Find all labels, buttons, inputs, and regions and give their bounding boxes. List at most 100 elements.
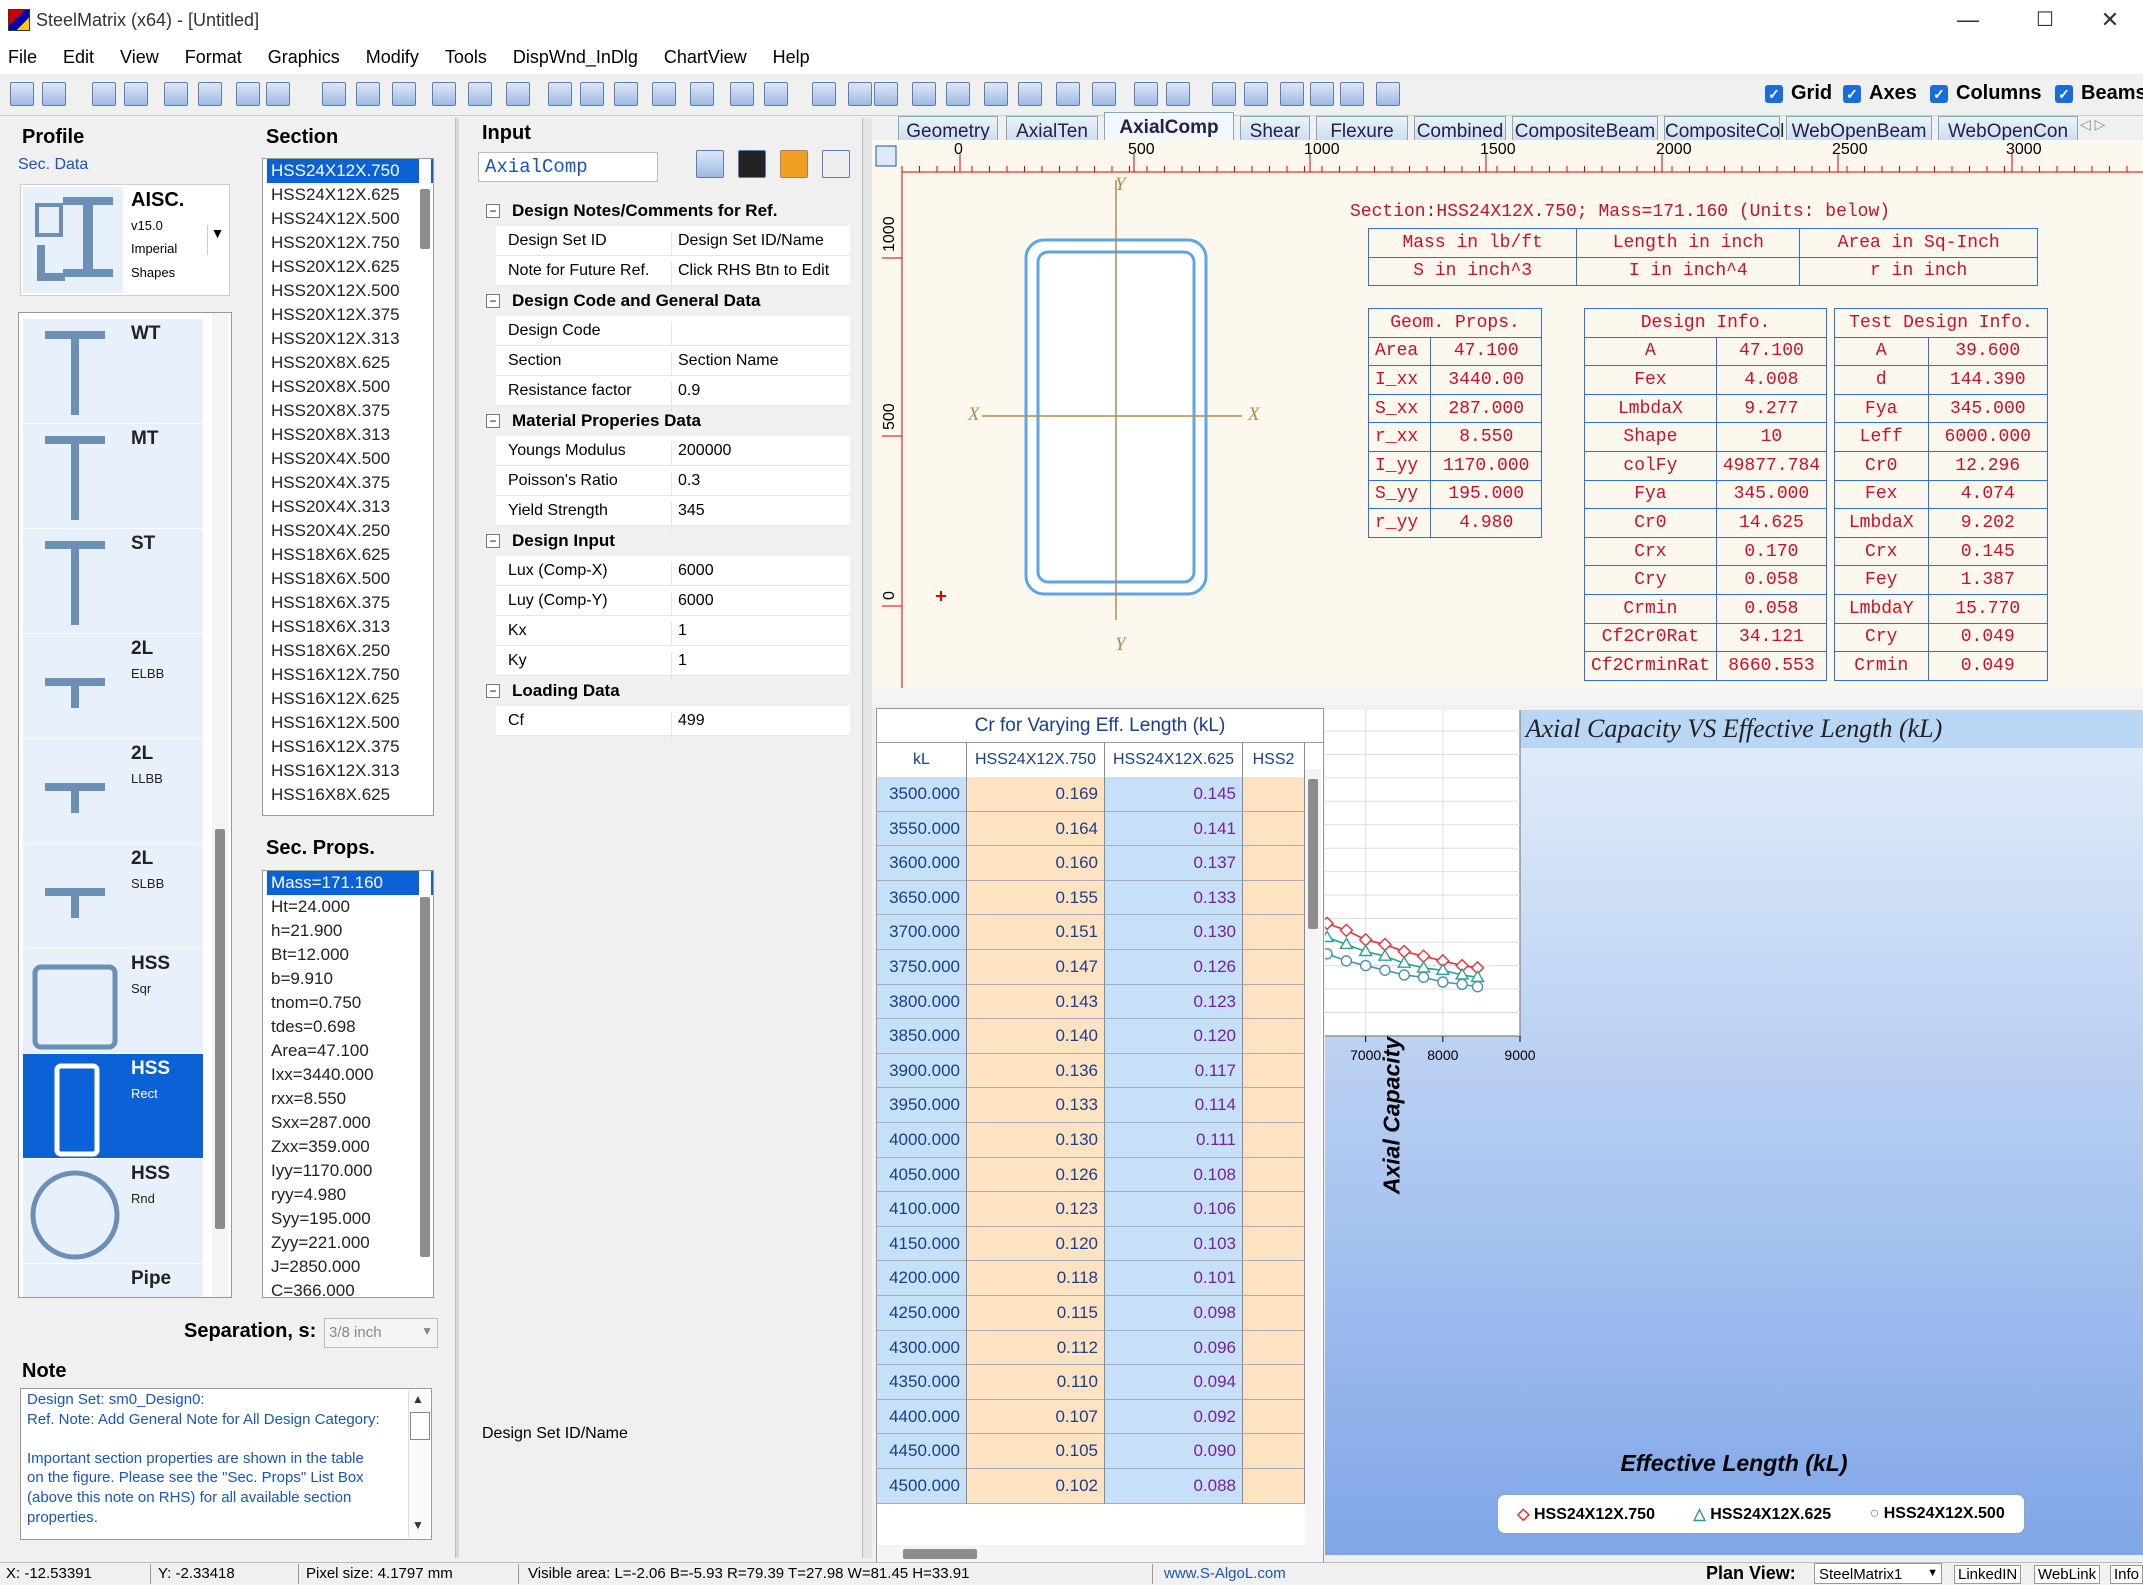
sec-props-list[interactable]: Mass=171.160 Ht=24.000 h=21.900 Bt=12.000 b=… (262, 870, 434, 1298)
toolbar-button-5[interactable] (164, 82, 188, 106)
grid-header[interactable]: HSS24X12X.750 (967, 743, 1105, 778)
grid-cell[interactable] (1243, 1053, 1305, 1089)
grid-cell[interactable]: 0.140 (967, 1019, 1105, 1054)
website-link[interactable]: www.S-AlgoL.com (1164, 1565, 1286, 1582)
arrow-up-icon[interactable]: ▲ (412, 1392, 424, 1406)
scroll-thumb[interactable] (410, 1412, 430, 1440)
note-text[interactable]: Design Set: sm0_Design0: Ref. Note: Add G… (20, 1388, 432, 1540)
profile-item-2l-elbb[interactable]: 2L ELBB (23, 634, 203, 738)
toolbar-button-15[interactable] (548, 82, 572, 106)
property-row[interactable]: Yield Strength 345 (496, 496, 850, 531)
grid-cell[interactable]: 0.118 (967, 1261, 1105, 1296)
toolbar-button-30[interactable] (1092, 82, 1116, 106)
grid-cell[interactable]: 0.145 (1105, 777, 1243, 812)
toolbar-button-27[interactable] (984, 82, 1008, 106)
toolbar-button-26[interactable] (946, 82, 970, 106)
profile-item-wt[interactable]: WT (23, 319, 203, 423)
grid-cell[interactable] (1243, 1088, 1305, 1123)
clear-icon[interactable] (822, 150, 850, 178)
sec-prop-item[interactable]: Ixx=3440.000 (267, 1063, 433, 1087)
separation-select[interactable]: 3/8 inch ▼ (324, 1318, 438, 1348)
toolbar-button-8[interactable] (266, 82, 290, 106)
section-list-item[interactable]: HSS20X8X.313 (267, 423, 433, 447)
sec-prop-item[interactable]: tdes=0.698 (267, 1015, 433, 1039)
grid-cell[interactable]: 0.136 (967, 1053, 1105, 1089)
toolbar-button-29[interactable] (1056, 82, 1080, 106)
property-row[interactable]: Cf 499 (496, 706, 850, 741)
grid-cell[interactable] (1243, 1434, 1305, 1469)
grid-cell[interactable]: 0.106 (1105, 1192, 1243, 1227)
toolbar-button-17[interactable] (614, 82, 638, 106)
sec-data-link[interactable]: Sec. Data (18, 156, 88, 174)
clipboard-icon[interactable] (696, 150, 724, 178)
linkedin-button[interactable]: LinkedIN (1954, 1565, 2022, 1584)
toolbar-button-25[interactable] (912, 82, 936, 106)
grid-cell[interactable]: 0.147 (967, 950, 1105, 985)
sec-prop-item[interactable]: tnom=0.750 (267, 991, 433, 1015)
property-row[interactable]: Note for Future Ref. Click RHS Btn to Edi… (496, 256, 850, 291)
grid-cell[interactable]: 0.110 (967, 1365, 1105, 1400)
group-4[interactable]: − Loading Data (480, 676, 850, 706)
scroll-thumb[interactable] (420, 897, 430, 1257)
section-list-item[interactable]: HSS20X4X.250 (267, 519, 433, 543)
cr-data-grid[interactable]: Cr for Varying Eff. Length (kL) kL HSS24X… (876, 708, 1324, 1563)
property-row[interactable]: Lux (Comp-X) 6000 (496, 556, 850, 591)
grid-cell[interactable]: 4500.000 (877, 1469, 967, 1504)
grid-cell[interactable]: 0.107 (967, 1399, 1105, 1435)
grid-cell[interactable]: 0.155 (967, 880, 1105, 916)
grid-cell[interactable]: 0.130 (1105, 915, 1243, 950)
section-list-item[interactable]: HSS18X6X.625 (267, 543, 433, 567)
grid-cell[interactable]: 3500.000 (877, 777, 967, 812)
section-list[interactable]: HSS24X12X.750 HSS24X12X.625 HSS24X12X.500 H… (262, 158, 434, 816)
grid-cell[interactable]: 4350.000 (877, 1365, 967, 1400)
grid-cell[interactable]: 0.088 (1105, 1469, 1243, 1504)
sec-prop-item[interactable]: h=21.900 (267, 919, 433, 943)
toolbar-button-36[interactable] (1310, 82, 1334, 106)
grid-cell[interactable] (1243, 1123, 1305, 1158)
props-scrollbar[interactable] (419, 871, 431, 1297)
toolbar-button-34[interactable] (1244, 82, 1268, 106)
sec-prop-item[interactable]: Zxx=359.000 (267, 1135, 433, 1159)
toolbar-button-23[interactable] (848, 82, 872, 106)
profile-item-hss-rnd[interactable]: HSS Rnd (23, 1159, 203, 1263)
grid-cell[interactable] (1243, 1469, 1305, 1504)
grid-cell[interactable]: 0.164 (967, 811, 1105, 847)
beams-checkbox[interactable]: ✓ Beams (2055, 82, 2143, 105)
section-list-item[interactable]: HSS16X8X.625 (267, 783, 433, 807)
toolbar-button-38[interactable] (1376, 82, 1400, 106)
grid-cell[interactable]: 0.123 (967, 1192, 1105, 1227)
grid-cell[interactable] (1243, 1019, 1305, 1054)
property-row[interactable]: Design Set ID Design Set ID/Name (496, 226, 850, 261)
grid-cell[interactable]: 0.151 (967, 915, 1105, 950)
grid-cell[interactable]: 0.123 (1105, 984, 1243, 1020)
section-list-item[interactable]: HSS20X8X.375 (267, 399, 433, 423)
grid-cell[interactable]: 0.160 (967, 846, 1105, 881)
section-list-item[interactable]: HSS20X4X.313 (267, 495, 433, 519)
grid-cell[interactable]: 0.137 (1105, 846, 1243, 881)
section-scrollbar[interactable] (419, 159, 431, 815)
section-list-item[interactable]: HSS24X12X.750 (267, 159, 433, 183)
section-list-item[interactable]: HSS18X6X.250 (267, 639, 433, 663)
close-button[interactable]: ✕ (2080, 4, 2140, 36)
menu-chartview[interactable]: ChartView (664, 47, 747, 68)
tab-scroll-arrows[interactable]: ◁ ▷ (2080, 116, 2105, 133)
grid-cell[interactable] (1243, 777, 1305, 812)
sec-prop-item[interactable]: Ht=24.000 (267, 895, 433, 919)
grid-header[interactable]: HSS24X12X.625 (1105, 743, 1243, 778)
collapse-icon[interactable]: − (486, 534, 500, 548)
axes-checkbox[interactable]: ✓ Axes (1843, 82, 1917, 105)
toolbar-button-24[interactable] (874, 82, 898, 106)
grid-checkbox[interactable]: ✓ Grid (1765, 82, 1832, 105)
sec-prop-item[interactable]: C=366.000 (267, 1279, 433, 1297)
grid-cell[interactable]: 0.096 (1105, 1330, 1243, 1366)
toolbar-button-14[interactable] (506, 82, 530, 106)
grid-cell[interactable]: 3900.000 (877, 1053, 967, 1089)
grid-vscrollbar[interactable] (1305, 769, 1321, 1549)
group-0[interactable]: − Design Notes/Comments for Ref. (480, 196, 850, 226)
menu-graphics[interactable]: Graphics (268, 47, 340, 68)
grid-cell[interactable]: 3850.000 (877, 1019, 967, 1054)
grid-cell[interactable]: 4150.000 (877, 1226, 967, 1262)
grid-cell[interactable]: 0.133 (967, 1088, 1105, 1123)
toolbar-button-22[interactable] (812, 82, 836, 106)
section-list-item[interactable]: HSS16X12X.750 (267, 663, 433, 687)
